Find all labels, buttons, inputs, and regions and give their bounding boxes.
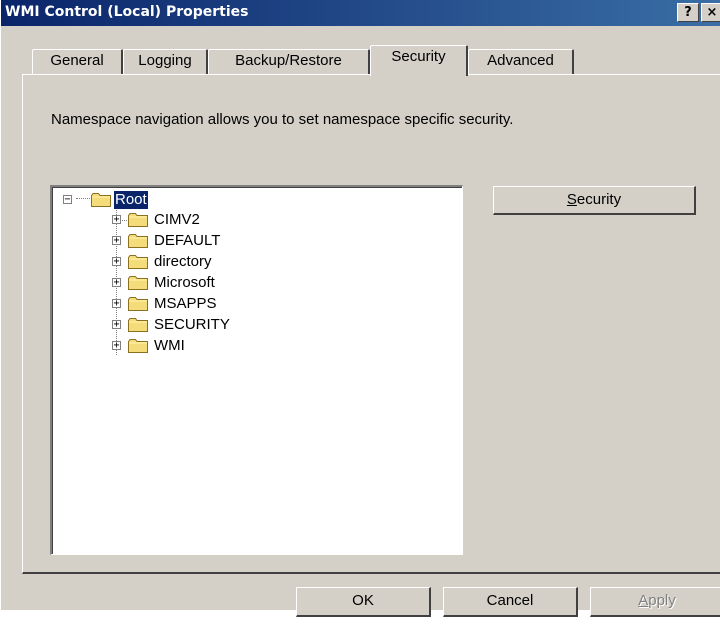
ok-button-label: OK xyxy=(352,592,374,609)
tab-advanced-label: Advanced xyxy=(487,52,554,69)
folder-icon xyxy=(128,318,148,332)
tab-backup-restore[interactable]: Backup/Restore xyxy=(208,49,370,74)
expand-icon[interactable]: + xyxy=(112,299,121,309)
namespace-tree[interactable]: − Root + CIMV2 + DEFAULT + directory + M… xyxy=(50,185,463,555)
apply-button-mnemonic: A xyxy=(638,592,649,609)
folder-icon xyxy=(91,193,111,207)
folder-icon xyxy=(128,255,148,269)
tree-node-label: directory xyxy=(154,253,212,270)
tab-logging[interactable]: Logging xyxy=(123,49,208,74)
window-title: WMI Control (Local) Properties xyxy=(5,4,249,20)
tree-node-label: MSAPPS xyxy=(154,295,217,312)
expand-icon[interactable]: + xyxy=(112,236,121,246)
folder-icon xyxy=(128,276,148,290)
cancel-button-label: Cancel xyxy=(486,592,534,609)
namespace-description: Namespace navigation allows you to set n… xyxy=(51,111,514,128)
collapse-icon[interactable]: − xyxy=(63,195,72,205)
folder-icon xyxy=(128,339,148,353)
tab-security[interactable]: Security xyxy=(370,45,468,76)
title-bar[interactable]: WMI Control (Local) Properties ? × xyxy=(1,0,720,26)
tab-general[interactable]: General xyxy=(32,49,123,74)
expand-icon[interactable]: + xyxy=(112,257,121,267)
tree-node-label: CIMV2 xyxy=(154,211,200,228)
folder-icon xyxy=(128,213,148,227)
expand-icon[interactable]: + xyxy=(112,215,121,225)
tree-node-label: SECURITY xyxy=(154,316,230,333)
tree-node-label: DEFAULT xyxy=(154,232,221,249)
tab-general-label: General xyxy=(50,52,104,69)
close-button[interactable]: × xyxy=(701,3,720,22)
apply-button-label: pply xyxy=(648,592,676,609)
tab-advanced[interactable]: Advanced xyxy=(468,49,574,74)
tree-node-label: Microsoft xyxy=(154,274,215,291)
tree-node-label: WMI xyxy=(154,337,185,354)
help-button[interactable]: ? xyxy=(677,3,699,22)
folder-icon xyxy=(128,297,148,311)
tree-node-label: Root xyxy=(114,191,148,209)
tab-security-label: Security xyxy=(391,48,446,65)
tab-logging-label: Logging xyxy=(138,52,192,69)
folder-icon xyxy=(128,234,148,248)
expand-icon[interactable]: + xyxy=(112,278,121,288)
cancel-button[interactable]: Cancel xyxy=(443,587,578,617)
apply-button[interactable]: Apply xyxy=(590,587,720,617)
expand-icon[interactable]: + xyxy=(112,341,121,351)
ok-button[interactable]: OK xyxy=(296,587,431,617)
properties-dialog: WMI Control (Local) Properties ? × Gener… xyxy=(0,0,720,617)
tab-backup-restore-label: Backup/Restore xyxy=(235,52,342,69)
security-button-label: ecurity xyxy=(576,191,622,208)
security-button-mnemonic: S xyxy=(566,191,577,208)
security-button[interactable]: Security xyxy=(493,186,696,215)
expand-icon[interactable]: + xyxy=(112,320,121,330)
tree-connector xyxy=(76,198,90,199)
